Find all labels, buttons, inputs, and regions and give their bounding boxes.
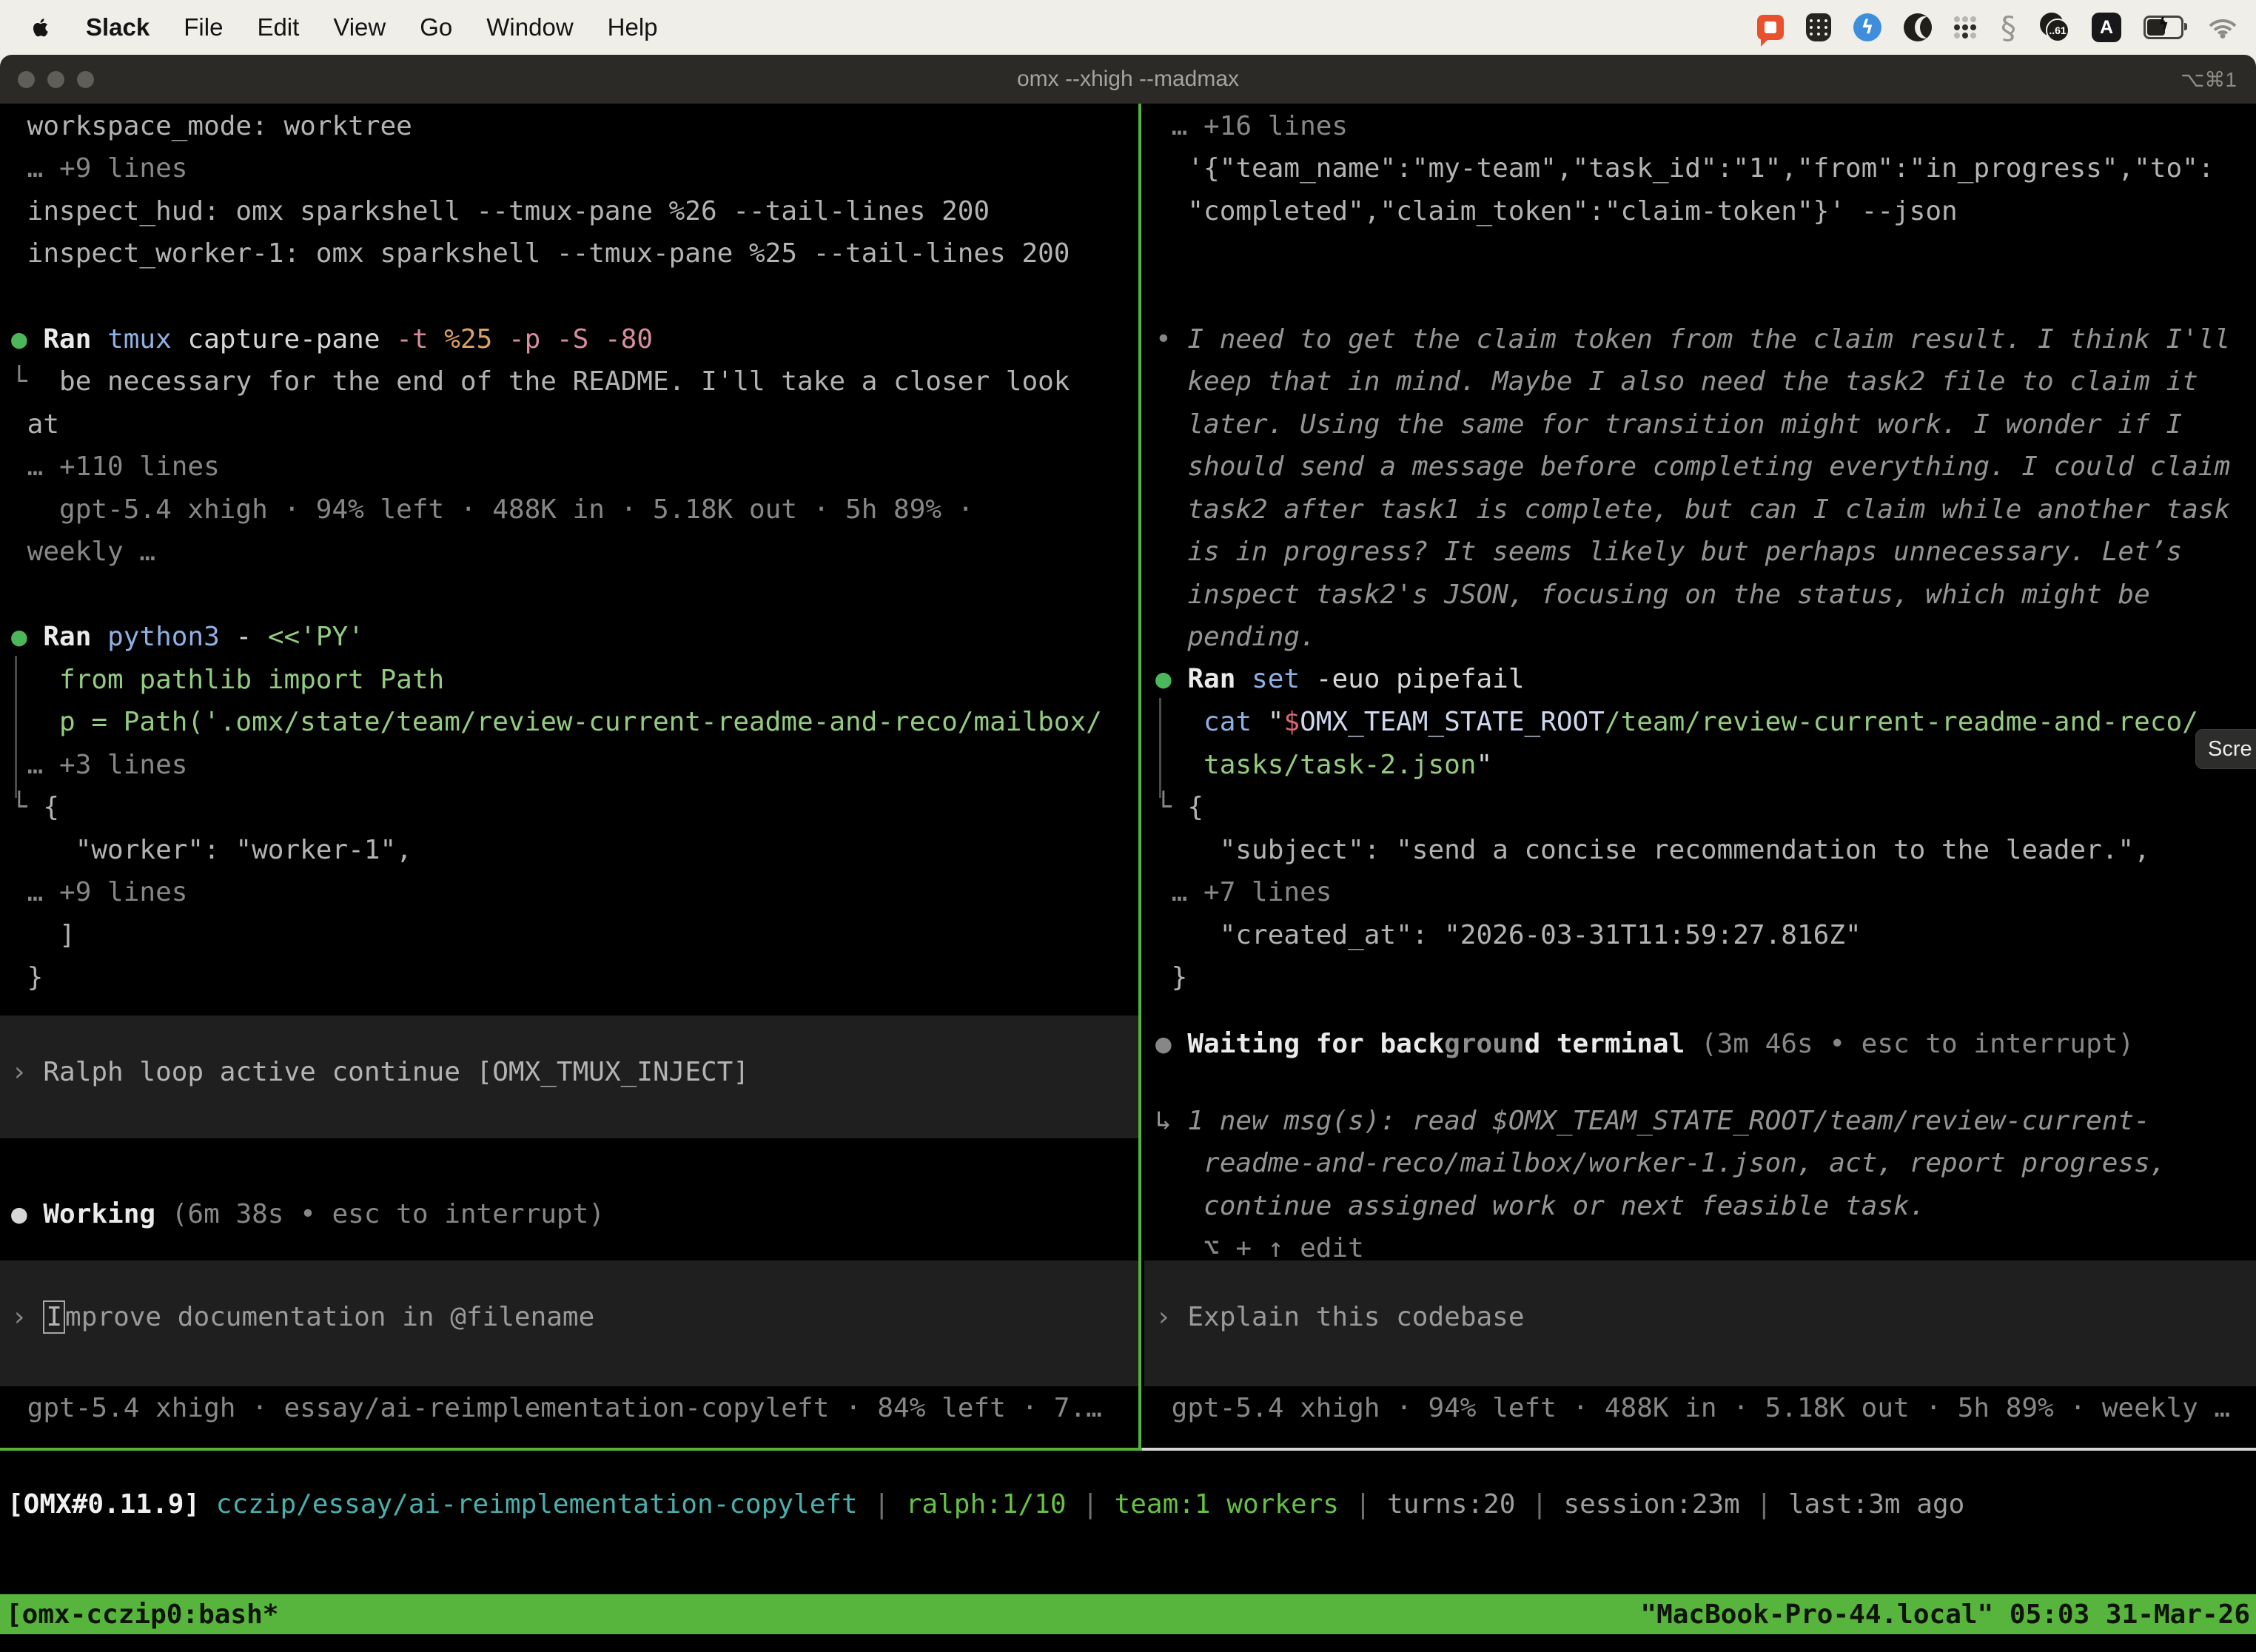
terminal-line: "worker": "worker-1",	[11, 832, 412, 869]
terminal-line: … +9 lines	[11, 150, 187, 187]
prompt-input-right: › Explain this codebase	[1155, 1299, 1525, 1336]
terminal-line: task2 after task1 is complete, but can I…	[1155, 491, 2230, 528]
chat-notification-icon[interactable]	[1757, 15, 1784, 40]
screen-tooltip-label: Scre	[2208, 737, 2252, 762]
pane-border-bottom-right	[1142, 1448, 2256, 1451]
tmux-status-bar: [omx-cczip0:bash* "MacBook-Pro-44.local"…	[0, 1594, 2256, 1634]
terminal: workspace_mode: worktree … +9 lines insp…	[0, 104, 2256, 1652]
menu-item-edit[interactable]: Edit	[257, 13, 299, 41]
terminal-line: keep that in mind. Maybe I also need the…	[1155, 363, 2198, 400]
model-status-left: gpt-5.4 xhigh · essay/ai-reimplementatio…	[11, 1390, 1102, 1427]
terminal-line: └ be necessary for the end of the README…	[11, 363, 1070, 400]
terminal-line: is in progress? It seems likely but perh…	[1155, 534, 2182, 571]
menu-item-slack[interactable]: Slack	[86, 13, 150, 41]
terminal-line: at	[11, 406, 59, 443]
terminal-line: ● Ran set -euo pipefail	[1155, 661, 1525, 698]
tmux-host-clock: "MacBook-Pro-44.local" 05:03 31-Mar-26	[1640, 1599, 2250, 1630]
terminal-line: gpt-5.4 xhigh · 94% left · 488K in · 5.1…	[11, 491, 973, 528]
terminal-line: }	[1155, 959, 1187, 996]
wifi-icon[interactable]	[2206, 15, 2240, 40]
apple-menu-icon[interactable]	[30, 15, 52, 40]
count-badge-icon[interactable]: ..61	[2038, 13, 2069, 42]
terminal-line: ]	[11, 917, 75, 954]
terminal-line: ● Ran tmux capture-pane -t %25 -p -S -80	[11, 321, 653, 358]
window-shortcut: ⌥⌘1	[2181, 67, 2237, 92]
menu-bar: Slack File Edit View Go Window Help ϟ § ..61 Aϟ	[0, 0, 2256, 55]
ralph-loop-banner: › Ralph loop active continue [OMX_TMUX_I…	[0, 1015, 1138, 1138]
menu-item-window[interactable]: Window	[486, 13, 573, 41]
terminal-line: '{"team_name":"my-team","task_id":"1","f…	[1155, 150, 2214, 187]
a-key-icon[interactable]: A	[2092, 13, 2121, 42]
pane-divider[interactable]	[1138, 104, 1141, 1448]
menu-left: Slack File Edit View Go Window Help	[0, 13, 658, 41]
terminal-line: pending.	[1155, 619, 1316, 656]
omx-hud-line: [OMX#0.11.9] cczip/essay/ai-reimplementa…	[7, 1486, 1964, 1523]
pane-border-bottom-left	[0, 1448, 1142, 1451]
keypad-shield-icon[interactable]	[1806, 13, 1831, 41]
terminal-line: ↳ 1 new msg(s): read $OMX_TEAM_STATE_ROO…	[1155, 1103, 2150, 1140]
terminal-line: inspect task2's JSON, focusing on the st…	[1155, 577, 2150, 614]
window-title: omx --xhigh --madmax	[0, 67, 2256, 92]
terminal-line: readme-and-reco/mailbox/worker-1.json, a…	[1155, 1145, 2166, 1182]
model-status-right: gpt-5.4 xhigh · 94% left · 488K in · 5.1…	[1155, 1390, 2230, 1427]
menu-item-help[interactable]: Help	[608, 13, 658, 41]
menu-items: Slack File Edit View Go Window Help	[86, 13, 658, 41]
terminal-line: inspect_worker-1: omx sparkshell --tmux-…	[11, 235, 1070, 272]
prompt-input-right[interactable]: › Explain this codebase	[1144, 1260, 2256, 1386]
terminal-line: • I need to get the claim token from the…	[1155, 321, 2230, 358]
terminal-line: "created_at": "2026-03-31T11:59:27.816Z"	[1155, 917, 1861, 954]
terminal-line: … +7 lines	[1155, 874, 1332, 911]
window-titlebar[interactable]: omx --xhigh --madmax ⌥⌘1	[0, 55, 2256, 104]
terminal-line: cat "$OMX_TEAM_STATE_ROOT/team/review-cu…	[1155, 704, 2198, 741]
squiggle-icon[interactable]: §	[2001, 10, 2016, 46]
terminal-line: weekly …	[11, 534, 155, 571]
terminal-line: … +9 lines	[11, 874, 187, 911]
terminal-window: omx --xhigh --madmax ⌥⌘1 workspace_mode:…	[0, 55, 2256, 1652]
terminal-line: }	[11, 959, 43, 996]
tool-output-connector	[15, 656, 17, 798]
terminal-line: … +16 lines	[1155, 108, 1348, 145]
terminal-line: later. Using the same for transition mig…	[1155, 406, 2182, 443]
ralph-loop-banner: › Ralph loop active continue [OMX_TMUX_I…	[11, 1054, 749, 1091]
terminal-line: continue assigned work or next feasible …	[1155, 1188, 1925, 1225]
menu-item-file[interactable]: File	[184, 13, 223, 41]
terminal-line: ● Ran python3 - <<'PY'	[11, 619, 364, 656]
menu-item-go[interactable]: Go	[420, 13, 452, 41]
bolt-circle-icon[interactable]: ϟ	[1853, 13, 1881, 41]
terminal-line: should send a message before completing …	[1155, 449, 2230, 486]
battery-charging-icon[interactable]: ϟ	[2143, 16, 2183, 39]
terminal-line: "subject": "send a concise recommendatio…	[1155, 832, 2150, 869]
screen-tooltip: Scre	[2195, 729, 2256, 769]
terminal-line: p = Path('.omx/state/team/review-current…	[11, 704, 1102, 741]
menubar-status-icons: ϟ § ..61 Aϟ	[1757, 10, 2256, 46]
pane-left[interactable]: workspace_mode: worktree … +9 lines insp…	[0, 104, 1138, 1448]
terminal-line: "completed","claim_token":"claim-token"}…	[1155, 193, 1958, 230]
tool-output-connector	[1159, 698, 1161, 798]
terminal-line: from pathlib import Path	[11, 662, 444, 699]
crescent-circle-icon[interactable]	[1904, 13, 1932, 41]
terminal-line: ● Working (6m 38s • esc to interrupt)	[11, 1196, 605, 1233]
waiting-status-line: ● Waiting for background terminal (3m 46…	[1155, 1026, 2134, 1063]
terminal-line: └ {	[11, 789, 59, 826]
terminal-line: … +110 lines	[11, 449, 220, 486]
terminal-line: inspect_hud: omx sparkshell --tmux-pane …	[11, 193, 990, 230]
menu-item-view[interactable]: View	[333, 13, 386, 41]
terminal-line: └ {	[1155, 789, 1203, 826]
tmux-session-window[interactable]: [omx-cczip0:bash*	[6, 1599, 278, 1630]
dots-grid-icon[interactable]	[1954, 16, 1978, 40]
prompt-input-left[interactable]: › Improve documentation in @filename	[0, 1260, 1138, 1386]
terminal-line: workspace_mode: worktree	[11, 108, 412, 145]
pane-right[interactable]: … +16 lines '{"team_name":"my-team","tas…	[1144, 104, 2256, 1448]
terminal-line: tasks/task-2.json"	[1155, 747, 1492, 784]
terminal-line: … +3 lines	[11, 747, 187, 784]
prompt-input-left: › Improve documentation in @filename	[11, 1299, 594, 1336]
